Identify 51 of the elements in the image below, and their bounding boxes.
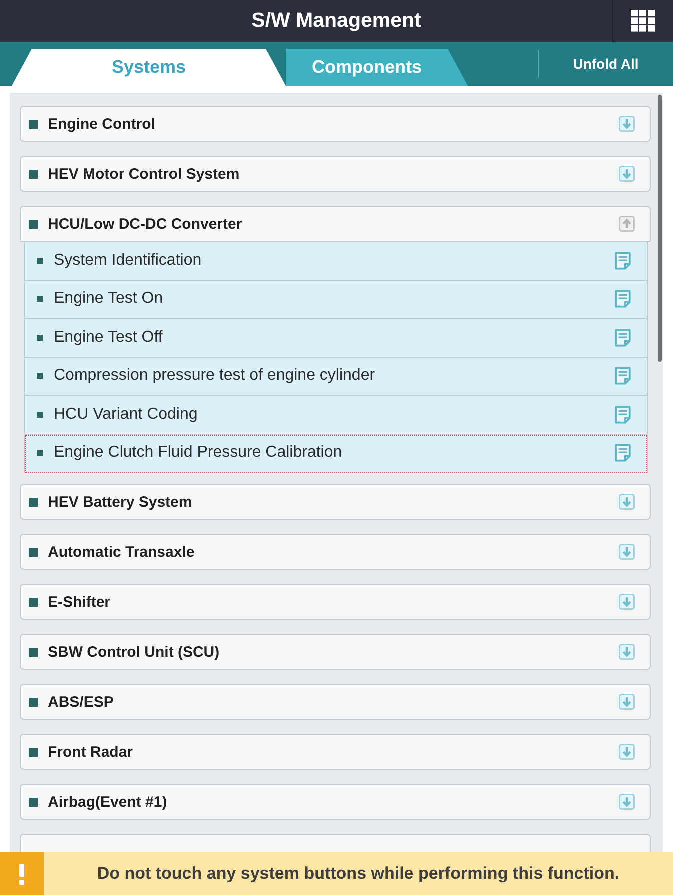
bullet-icon [37,258,43,264]
bullet-icon [29,798,38,806]
bullet-icon [37,296,43,302]
grid-icon [631,10,655,32]
function-row[interactable]: Engine Clutch Fluid Pressure Calibration [25,434,647,473]
arrow-down-box-icon[interactable] [619,594,635,610]
arrow-down-box-icon[interactable] [619,116,635,132]
function-row[interactable]: Compression pressure test of engine cylinder [25,358,647,396]
arrow-down-box-icon[interactable] [619,694,635,710]
bullet-icon [29,698,38,706]
document-icon [615,290,631,308]
bullet-icon [29,220,38,228]
function-row[interactable]: Engine Test Off [25,319,647,358]
system-row[interactable]: Automatic Transaxle [20,534,651,570]
system-row[interactable]: Airbag(Event #1) [20,784,651,820]
document-icon [615,444,631,462]
system-row[interactable]: SBW Control Unit (SCU) [20,634,651,670]
bullet-icon [29,648,38,656]
system-row[interactable]: HEV Motor Control System [20,156,651,192]
document-icon [615,406,631,424]
document-icon [615,328,631,347]
function-row[interactable]: System Identification [25,242,647,280]
bullet-icon [37,373,43,380]
document-icon [615,252,631,270]
warning-message: Do not touch any system buttons while performing this function. [96,864,621,884]
bullet-icon [29,498,38,506]
function-row[interactable]: HCU Variant Coding [25,396,647,434]
arrow-down-box-icon[interactable] [619,794,635,810]
bullet-icon [37,334,43,341]
system-row[interactable]: HEV Battery System [20,484,651,520]
system-row[interactable]: ABS/ESP [20,684,651,720]
arrow-up-box-icon[interactable] [619,216,635,232]
arrow-down-box-icon[interactable] [619,166,635,182]
bullet-icon [37,450,43,456]
arrow-down-box-icon[interactable] [619,744,635,760]
bullet-icon [37,412,43,418]
bullet-icon [29,120,38,128]
arrow-down-box-icon[interactable] [619,644,635,660]
arrow-down-box-icon[interactable] [619,544,635,560]
document-icon [615,367,631,386]
bullet-icon [29,548,38,556]
bullet-icon [29,748,38,756]
window-title: S/W Management [252,9,422,33]
bullet-icon [29,598,38,606]
system-row[interactable]: Engine Control [20,106,651,142]
system-row[interactable]: HCU/Low DC-DC Converter [20,206,651,242]
function-row[interactable]: Engine Test On [25,280,647,319]
system-row[interactable]: E-Shifter [20,584,651,620]
system-row[interactable]: Front Radar [20,734,651,770]
bullet-icon [29,170,38,178]
arrow-down-box-icon[interactable] [619,494,635,510]
